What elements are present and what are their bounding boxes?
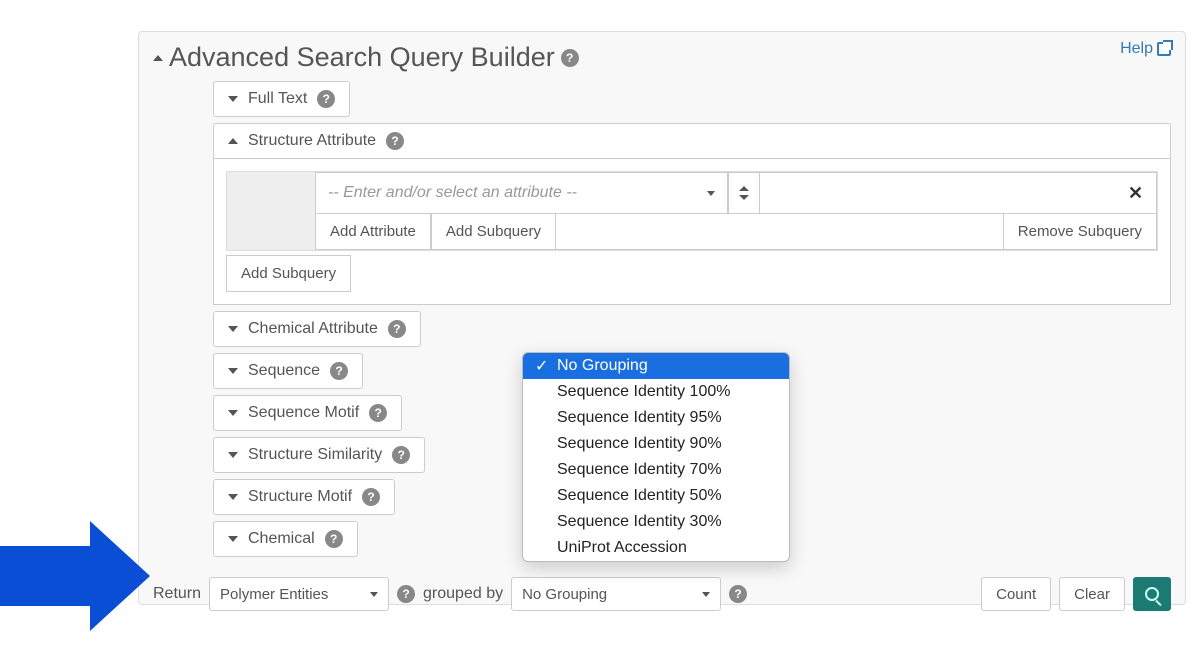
sort-icon [739, 186, 749, 200]
remove-attribute-button[interactable]: ✕ [1115, 172, 1157, 214]
section-label: Structure Attribute [248, 132, 376, 150]
section-label: Sequence [248, 362, 320, 380]
count-button[interactable]: Count [981, 577, 1051, 611]
grouping-option[interactable]: UniProt Accession [523, 535, 789, 561]
return-value: Polymer Entities [220, 586, 328, 603]
panel-header: Advanced Search Query Builder ? [153, 42, 1171, 73]
clear-button[interactable]: Clear [1059, 577, 1125, 611]
add-subquery-button[interactable]: Add Subquery [431, 214, 556, 250]
row-gutter [227, 172, 315, 214]
grouping-option[interactable]: Sequence Identity 50% [523, 483, 789, 509]
grouping-option[interactable]: Sequence Identity 95% [523, 405, 789, 431]
button-label: Remove Subquery [1018, 223, 1142, 240]
add-subquery-outer-button[interactable]: Add Subquery [226, 255, 351, 292]
section-sequence[interactable]: Sequence ? [213, 353, 363, 389]
attribute-sort-button[interactable] [728, 172, 760, 214]
chevron-down-icon [370, 592, 378, 597]
collapse-icon[interactable] [153, 55, 163, 61]
help-icon[interactable]: ? [317, 90, 335, 108]
attribute-placeholder: -- Enter and/or select an attribute -- [328, 184, 577, 202]
section-label: Full Text [248, 90, 307, 108]
search-icon [1145, 587, 1159, 601]
section-label: Structure Similarity [248, 446, 382, 464]
chevron-up-icon [228, 138, 238, 144]
add-attribute-button[interactable]: Add Attribute [315, 214, 431, 250]
page-title: Advanced Search Query Builder [169, 42, 555, 73]
chevron-down-icon [228, 410, 238, 416]
help-icon[interactable]: ? [729, 585, 747, 603]
return-label: Return [153, 585, 201, 603]
section-full-text[interactable]: Full Text ? [213, 81, 350, 117]
help-icon[interactable]: ? [392, 446, 410, 464]
button-label: Count [996, 586, 1036, 603]
close-icon: ✕ [1128, 183, 1143, 204]
section-label: Chemical Attribute [248, 320, 378, 338]
attribute-input[interactable]: -- Enter and/or select an attribute -- [315, 172, 696, 214]
remove-subquery-button[interactable]: Remove Subquery [1003, 214, 1157, 250]
section-structure-similarity[interactable]: Structure Similarity ? [213, 437, 425, 473]
chevron-down-icon [228, 494, 238, 500]
button-label: Clear [1074, 586, 1110, 603]
button-label: Add Attribute [330, 223, 416, 240]
grouping-option[interactable]: No Grouping [523, 353, 789, 379]
grouping-option[interactable]: Sequence Identity 100% [523, 379, 789, 405]
grouping-option[interactable]: Sequence Identity 30% [523, 509, 789, 535]
subquery-actions-row: Add Attribute Add Subquery Remove Subque… [227, 214, 1157, 250]
pointer-arrow-annotation [0, 516, 150, 636]
section-chemical[interactable]: Chemical ? [213, 521, 358, 557]
subquery-panel: -- Enter and/or select an attribute -- ✕ [226, 171, 1158, 251]
help-icon[interactable]: ? [325, 530, 343, 548]
grouped-by-value: No Grouping [522, 586, 607, 603]
help-icon[interactable]: ? [330, 362, 348, 380]
chevron-down-icon [228, 452, 238, 458]
external-link-icon [1157, 42, 1171, 56]
section-chemical-attribute[interactable]: Chemical Attribute ? [213, 311, 421, 347]
attribute-dropdown-button[interactable] [696, 172, 728, 214]
chevron-down-icon [702, 592, 710, 597]
grouping-dropdown-popup[interactable]: No Grouping Sequence Identity 100% Seque… [522, 352, 790, 562]
section-sequence-motif[interactable]: Sequence Motif ? [213, 395, 402, 431]
help-icon[interactable]: ? [369, 404, 387, 422]
help-icon[interactable]: ? [386, 132, 404, 150]
button-label: Add Subquery [241, 265, 336, 282]
grouped-by-select[interactable]: No Grouping [511, 577, 721, 611]
chevron-down-icon [228, 96, 238, 102]
help-link[interactable]: Help [1120, 40, 1171, 58]
chevron-down-icon [228, 326, 238, 332]
row-gutter [227, 214, 315, 250]
bottom-bar: Return Polymer Entities ? grouped by No … [153, 577, 1171, 611]
spacer [760, 172, 1116, 214]
help-icon[interactable]: ? [397, 585, 415, 603]
section-label: Chemical [248, 530, 315, 548]
section-label: Sequence Motif [248, 404, 359, 422]
help-icon[interactable]: ? [561, 49, 579, 67]
grouped-by-label: grouped by [423, 585, 503, 603]
help-icon[interactable]: ? [362, 488, 380, 506]
search-button[interactable] [1133, 577, 1171, 611]
section-structure-motif[interactable]: Structure Motif ? [213, 479, 395, 515]
outer-actions: Add Subquery [226, 255, 1158, 292]
grouping-option[interactable]: Sequence Identity 90% [523, 431, 789, 457]
button-label: Add Subquery [446, 223, 541, 240]
help-link-label: Help [1120, 40, 1153, 58]
help-icon[interactable]: ? [388, 320, 406, 338]
grouping-option[interactable]: Sequence Identity 70% [523, 457, 789, 483]
section-structure-attribute[interactable]: Structure Attribute ? [213, 123, 1171, 159]
attribute-row: -- Enter and/or select an attribute -- ✕ [227, 172, 1157, 214]
chevron-down-icon [707, 191, 715, 196]
chevron-down-icon [228, 536, 238, 542]
structure-attribute-body: -- Enter and/or select an attribute -- ✕ [213, 159, 1171, 305]
chevron-down-icon [228, 368, 238, 374]
spacer [556, 214, 1003, 250]
return-select[interactable]: Polymer Entities [209, 577, 389, 611]
section-label: Structure Motif [248, 488, 352, 506]
